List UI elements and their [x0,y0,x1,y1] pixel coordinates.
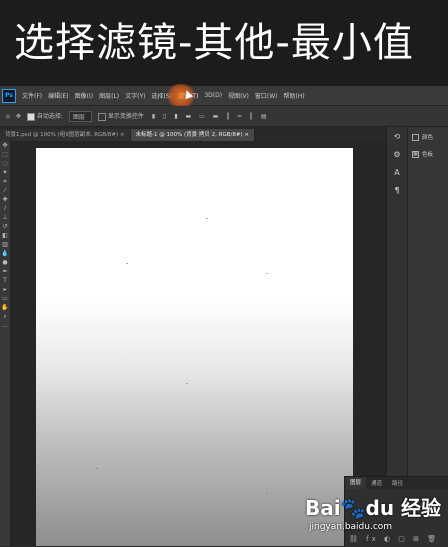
show-transform-label: 显示变换控件 [107,113,144,121]
tab-document-1[interactable]: 背景1.psd @ 100% (组9图层副本, RGB/8#) × [0,129,131,141]
tab-channels[interactable]: 通道 [366,479,387,487]
dodge-icon[interactable]: ● [0,258,10,267]
photoshop-logo-icon: Ps [2,88,16,103]
tools-panel: ✥ ⬚ ◌ ✦ ⌗ ⁄ ✚ ∕ ⊥ ↺ ◧ ▥ 💧 ● ✒ T ▸ ▭ ✋ ⌕ … [0,141,11,546]
pen-icon[interactable]: ✒ [0,267,10,276]
tab-paths[interactable]: 路径 [387,479,408,487]
canvas-speck [96,468,98,469]
crop-icon[interactable]: ⌗ [0,177,10,186]
hand-icon[interactable]: ✋ [0,303,10,312]
panel-item-color-label: 颜色 [422,135,434,141]
menu-image[interactable]: 图像(I) [72,91,96,100]
marquee-icon[interactable]: ⬚ [0,150,10,159]
paragraph-icon[interactable]: ¶ [387,181,407,199]
auto-select-label: 自动选择: [36,113,63,121]
tab-document-2[interactable]: 未标题-1 @ 100% (背景 拷贝 2, RGB/8#) × [130,129,255,141]
color-wheel-icon [412,133,419,141]
magic-wand-icon[interactable]: ✦ [0,168,10,177]
canvas-speck [126,263,128,264]
blur-icon[interactable]: 💧 [0,249,10,258]
menu-window[interactable]: 窗口(W) [252,91,281,100]
options-bar: ⌂ ✥ 自动选择: 图层 显示变换控件 ▮ ▯ ▮ ▬ ▭ ▬ ║ ═ ║ ▤ [0,106,448,127]
canvas-speck [206,218,208,219]
swatches-icon: ▦ [412,150,419,158]
stamp-icon[interactable]: ⊥ [0,213,10,222]
panel-item-swatches[interactable]: ▦ 色板 [408,147,448,161]
menu-type[interactable]: 文字(Y) [122,91,148,100]
menu-layer[interactable]: 图层(L) [96,91,122,100]
history-icon[interactable]: ⟲ [387,127,407,145]
lasso-icon[interactable]: ◌ [0,159,10,168]
move-tool-icon[interactable]: ✥ [16,113,21,120]
document-tabs: 背景1.psd @ 100% (组9图层副本, RGB/8#) × 未标题-1 … [0,127,386,141]
menu-3d[interactable]: 3D(D) [201,92,225,99]
canvas-speck [186,383,188,384]
brush-icon[interactable]: ∕ [0,204,10,213]
panel-item-swatches-label: 色板 [422,152,434,158]
menu-view[interactable]: 视图(V) [225,91,252,100]
character-icon[interactable]: A [387,163,407,181]
auto-select-dropdown[interactable]: 图层 [68,110,92,122]
history-brush-icon[interactable]: ↺ [0,222,10,231]
home-icon[interactable]: ⌂ [6,113,10,120]
paw-icon: 🐾 [340,496,366,520]
canvas-speck [266,273,268,274]
watermark-url: jingyan.baidu.com [309,522,393,532]
gradient-icon[interactable]: ▥ [0,240,10,249]
menu-bar: Ps 文件(F) 编辑(E) 图像(I) 图层(L) 文字(Y) 选择(S) 滤… [0,86,448,106]
zoom-icon[interactable]: ⌕ [0,312,10,321]
align-icons[interactable]: ▮ ▯ ▮ ▬ ▭ ▬ ║ ═ ║ ▤ [152,113,270,120]
tab-layers[interactable]: 图层 [345,477,367,489]
canvas-speck [266,493,268,494]
adjustments-icon[interactable]: ⚙ [387,145,407,163]
document-canvas[interactable] [36,148,353,546]
menu-help[interactable]: 帮助(H) [281,91,308,100]
move-icon[interactable]: ✥ [0,141,10,150]
more-tools-icon[interactable]: … [0,321,10,330]
show-transform-checkbox[interactable]: 显示变换控件 [97,111,144,121]
menu-file[interactable]: 文件(F) [19,91,45,100]
shape-icon[interactable]: ▭ [0,294,10,303]
auto-select-checkbox[interactable]: 自动选择: [26,111,63,121]
healing-icon[interactable]: ✚ [0,195,10,204]
baidu-watermark: Bai🐾du 经验 jingyan.baidu.com [305,492,445,542]
tutorial-title: 选择滤镜-其他-最小值 [0,0,448,86]
type-icon[interactable]: T [0,276,10,285]
eyedropper-icon[interactable]: ⁄ [0,186,10,195]
path-select-icon[interactable]: ▸ [0,285,10,294]
baidu-logo: Bai🐾du 经验 [305,496,442,520]
eraser-icon[interactable]: ◧ [0,231,10,240]
layers-panel-tabs: 图层 通道 路径 [345,477,448,489]
panel-item-color[interactable]: 颜色 [408,130,448,144]
menu-edit[interactable]: 编辑(E) [45,91,71,100]
